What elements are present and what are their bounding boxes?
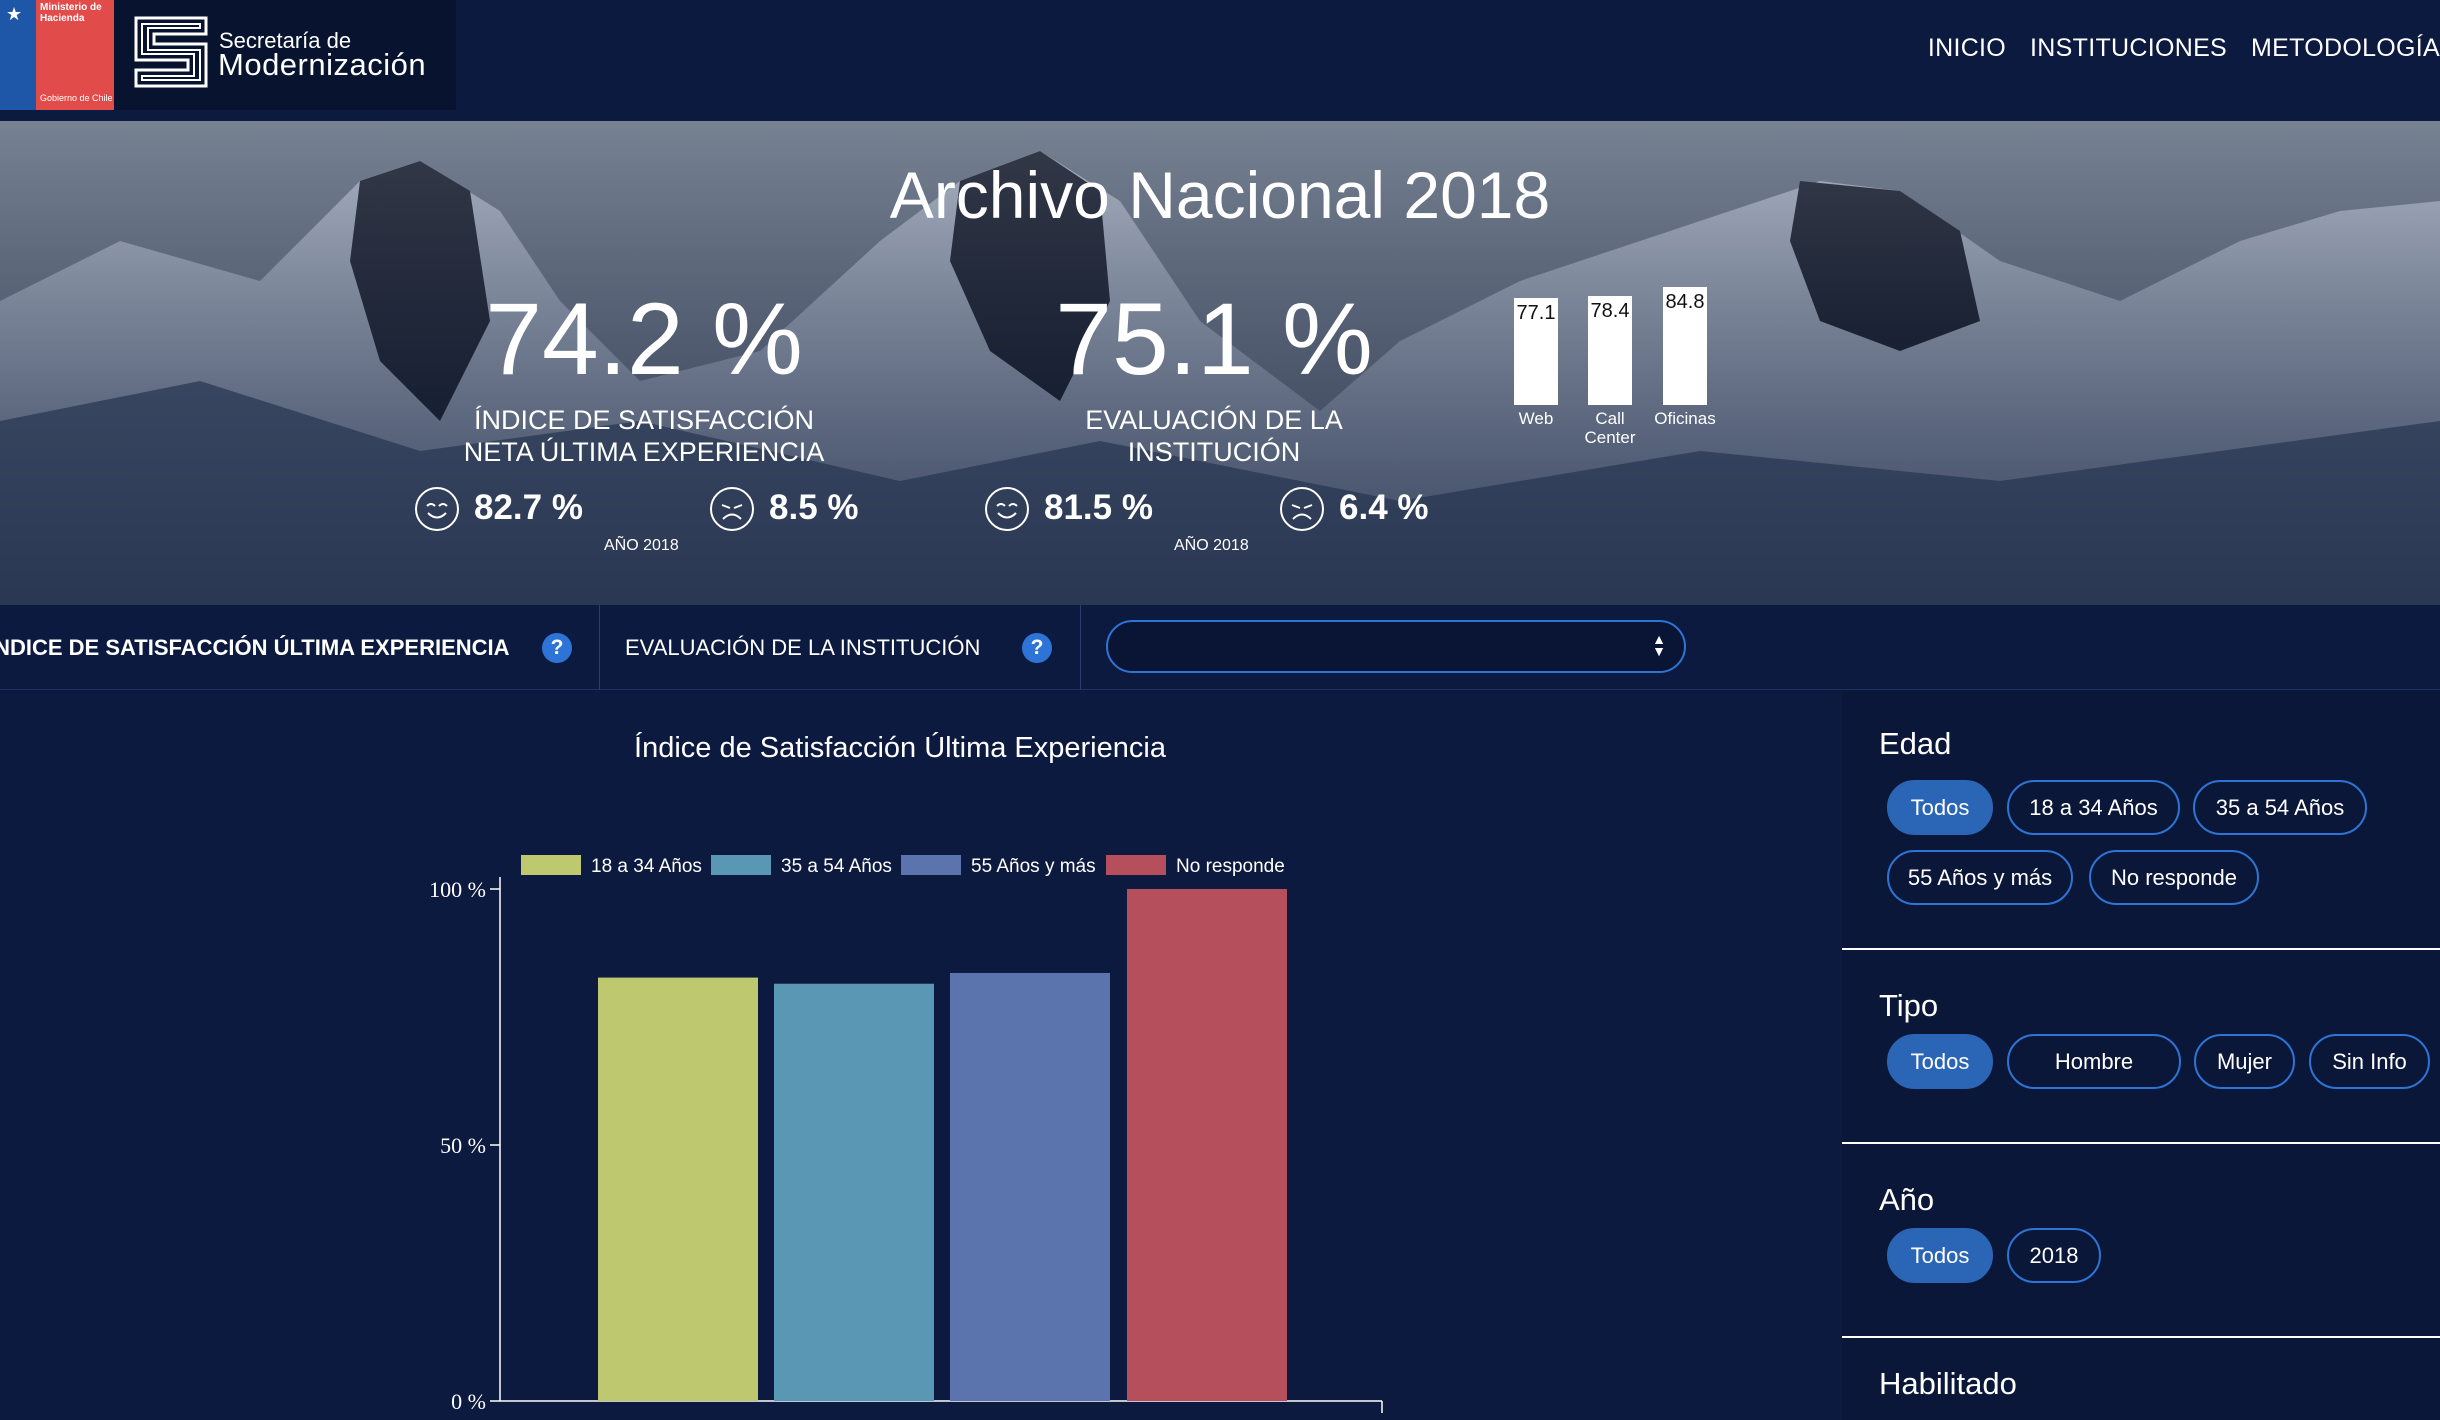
filter-pill[interactable]: 2018 xyxy=(2007,1228,2101,1283)
filter-pill[interactable]: Todos xyxy=(1887,1034,1993,1089)
kpi-satisfaccion-happy-pct: 82.7 % xyxy=(474,488,583,527)
nav-inicio[interactable]: INICIO xyxy=(1928,34,2006,63)
y-tick-label: 50 % xyxy=(440,1133,486,1158)
channel-label: Call Center xyxy=(1584,409,1636,447)
kpi-evaluacion-label-1: EVALUACIÓN DE LA xyxy=(1085,405,1343,435)
gobierno-logo[interactable]: ★ Ministerio de Hacienda Gobierno de Chi… xyxy=(0,0,114,110)
help-icon[interactable]: ? xyxy=(1022,633,1052,663)
chart-panel: Índice de Satisfacción Última Experienci… xyxy=(0,690,1842,1420)
channel-label: Oficinas xyxy=(1654,409,1716,428)
filter-group-edad: Edad Todos 18 a 34 Años 35 a 54 Años 55 Año… xyxy=(1842,690,2440,950)
main-nav: INICIO INSTITUCIONES METODOLOGÍA xyxy=(1928,34,2440,63)
legend-swatch xyxy=(901,855,961,875)
bar-3 xyxy=(950,972,1110,1401)
legend-label: 55 Años y más xyxy=(971,856,1096,877)
filter-pill[interactable]: Mujer xyxy=(2194,1034,2295,1089)
filter-pill[interactable]: Sin Info xyxy=(2309,1034,2430,1089)
channel-value: 84.8 xyxy=(1665,291,1705,313)
kpi-satisfaccion-year: AÑO 2018 xyxy=(604,537,679,554)
tab-evaluacion-institucion-label: EVALUACIÓN DE LA INSTITUCIÓN xyxy=(625,635,981,660)
nav-metodologia[interactable]: METODOLOGÍA xyxy=(2251,34,2440,63)
filter-group-anio: Año Todos 2018 xyxy=(1842,1144,2440,1338)
channel-value: 78.4 xyxy=(1590,300,1630,322)
filter-group-tipo: Tipo Todos Hombre Mujer Sin Info xyxy=(1842,950,2440,1144)
tab-evaluacion-institucion[interactable]: EVALUACIÓN DE LA INSTITUCIÓN ? xyxy=(601,605,1081,690)
tab-indice-satisfaccion-label: ÍNDICE DE SATISFACCIÓN ÚLTIMA EXPERIENCI… xyxy=(0,635,510,660)
bar-2 xyxy=(774,983,934,1401)
filter-pill[interactable]: Hombre xyxy=(2007,1034,2181,1089)
filters-panel: Edad Todos 18 a 34 Años 35 a 54 Años 55 Año… xyxy=(1842,690,2440,1420)
bar-4 xyxy=(1127,889,1287,1401)
star-icon: ★ xyxy=(6,4,23,24)
filter-pill[interactable]: Todos xyxy=(1887,1228,1993,1283)
legend-swatch xyxy=(711,855,771,875)
kpi-evaluacion-sad-pct: 6.4 % xyxy=(1339,488,1429,527)
kpi-evaluacion-year: AÑO 2018 xyxy=(1174,537,1249,554)
legend-label: 35 a 54 Años xyxy=(781,856,892,877)
y-tick-label: 0 % xyxy=(451,1389,486,1414)
kpi-satisfaccion-sad-pct: 8.5 % xyxy=(769,488,859,527)
top-header: ★ Ministerio de Hacienda Gobierno de Chi… xyxy=(0,0,2440,121)
filter-pill[interactable]: 55 Años y más xyxy=(1887,850,2073,905)
legend-label: No responde xyxy=(1176,856,1285,877)
tab-indice-satisfaccion[interactable]: ÍNDICE DE SATISFACCIÓN ÚLTIMA EXPERIENCI… xyxy=(0,605,600,690)
channel-value: 77.1 xyxy=(1516,302,1556,324)
filter-pill[interactable]: 35 a 54 Años xyxy=(2193,780,2367,835)
kpi-evaluacion-label-2: INSTITUCIÓN xyxy=(1127,437,1301,467)
secretaria-logo[interactable]: Secretaría de Modernización xyxy=(114,0,456,110)
channel-label: Web xyxy=(1518,409,1554,428)
happy-face-icon xyxy=(985,487,1029,531)
filter-edad-title: Edad xyxy=(1879,726,1952,761)
ministry-label: Ministerio de Hacienda xyxy=(40,2,102,24)
sad-face-icon xyxy=(1280,487,1324,531)
kpi-satisfaccion-value: 74.2 % xyxy=(485,282,803,396)
kpi-evaluacion-happy-pct: 81.5 % xyxy=(1044,488,1153,527)
select-arrows-icon: ▲ ▼ xyxy=(1652,631,1666,659)
institution-title: Archivo Nacional 2018 xyxy=(889,158,1551,232)
secretaria-logo-icon xyxy=(134,16,208,88)
filter-anio-title: Año xyxy=(1879,1182,1935,1217)
filter-tipo-title: Tipo xyxy=(1879,988,1939,1023)
secretaria-big-text: Modernización xyxy=(218,47,427,82)
filter-pill[interactable]: No responde xyxy=(2089,850,2259,905)
bar-1 xyxy=(598,977,758,1401)
filter-group-habilitado: Habilitado xyxy=(1842,1338,2440,1420)
institution-select[interactable]: ▲ ▼ xyxy=(1106,620,1686,673)
filter-pill[interactable]: Todos xyxy=(1887,780,1993,835)
hero-banner: Archivo Nacional 2018 74.2 % ÍNDICE DE S… xyxy=(0,121,2440,605)
nav-instituciones[interactable]: INSTITUCIONES xyxy=(2030,34,2227,63)
help-icon[interactable]: ? xyxy=(542,633,572,663)
government-label: Gobierno de Chile xyxy=(40,93,113,103)
legend-swatch xyxy=(1106,855,1166,875)
y-tick-label: 100 % xyxy=(429,877,486,902)
filter-pill[interactable]: 18 a 34 Años xyxy=(2007,780,2180,835)
bar-chart: 0 % 50 % 100 % 18 a 34 Años 35 a 54 Años 55 A… xyxy=(429,855,1383,1414)
filter-habilitado-title: Habilitado xyxy=(1879,1366,2017,1401)
legend-label: 18 a 34 Años xyxy=(591,856,702,877)
indicator-tabs: ÍNDICE DE SATISFACCIÓN ÚLTIMA EXPERIENCI… xyxy=(0,605,2440,690)
sad-face-icon xyxy=(710,487,754,531)
happy-face-icon xyxy=(415,487,459,531)
kpi-evaluacion-value: 75.1 % xyxy=(1055,282,1373,396)
kpi-satisfaccion-label-2: NETA ÚLTIMA EXPERIENCIA xyxy=(463,437,825,467)
kpi-satisfaccion-label-1: ÍNDICE DE SATISFACCIÓN xyxy=(473,405,815,435)
legend-swatch xyxy=(521,855,581,875)
